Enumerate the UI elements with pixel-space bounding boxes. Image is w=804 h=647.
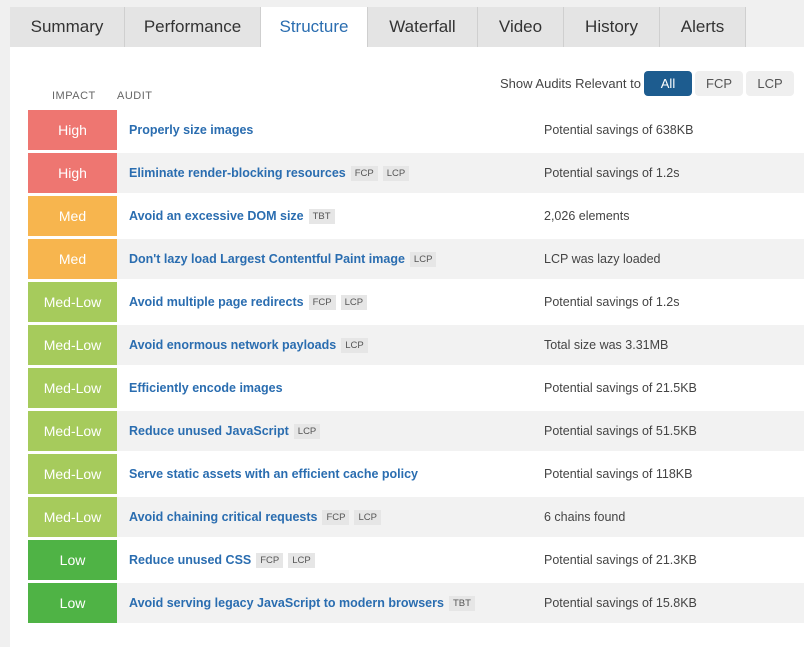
impact-column-header: IMPACT [52,90,96,102]
tab-performance[interactable]: Performance [125,7,261,47]
audit-name: Avoid chaining critical requests [129,510,318,524]
audit-link[interactable]: Avoid serving legacy JavaScript to moder… [129,583,475,623]
audit-link[interactable]: Avoid multiple page redirects FCP LCP [129,282,368,322]
audit-link[interactable]: Avoid enormous network payloads LCP [129,325,368,365]
audit-link[interactable]: Serve static assets with an efficient ca… [129,454,418,494]
audit-result: Potential savings of 118KB [544,467,693,481]
impact-badge: High [28,110,117,150]
audit-row: Low Reduce unused CSS FCP LCP Potential savi… [28,540,804,580]
metric-tag-fcp: FCP [322,510,350,525]
audit-result: Total size was 3.31MB [544,338,669,352]
audit-name: Reduce unused CSS [129,553,252,567]
metric-tag-lcp: LCP [288,553,315,568]
audit-row: Med-Low Reduce unused JavaScript LCP Potent… [28,411,804,451]
impact-badge: Low [28,540,117,580]
audit-name: Serve static assets with an efficient ca… [129,467,419,481]
tab-history[interactable]: History [564,7,660,47]
audit-result: Potential savings of 21.3KB [544,553,697,567]
audit-name: Avoid multiple page redirects [129,295,304,309]
metric-tag-lcp: LCP [354,510,381,525]
metric-tag-fcp: FCP [256,553,284,568]
filter-fcp-button[interactable]: FCP [695,71,743,96]
audit-result: Potential savings of 1.2s [544,295,680,309]
audit-row: Med-Low Avoid enormous network payloads LC… [28,325,804,365]
metric-tag-lcp: LCP [340,295,368,310]
filter-all-button[interactable]: All [644,71,692,96]
audit-name: Avoid an excessive DOM size [129,209,304,223]
impact-badge: Med-Low [28,454,117,494]
audit-row: Med Don't lazy load Largest Contentful Pa… [28,239,804,279]
audit-link[interactable]: Reduce unused CSS FCP LCP [129,540,315,580]
filter-lcp-button[interactable]: LCP [746,71,794,96]
audit-link[interactable]: Avoid chaining critical requests FCP LCP [129,497,381,537]
impact-badge: High [28,153,117,193]
structure-panel: IMPACT AUDIT Show Audits Relevant to All… [10,47,804,647]
metric-tag-tbt: TBT [308,209,335,224]
impact-badge: Med [28,196,117,236]
tab-bar: Summary Performance Structure Waterfall Vide… [10,7,746,47]
tab-structure[interactable]: Structure [261,7,368,47]
metric-tag-fcp: FCP [308,295,336,310]
impact-badge: Med-Low [28,411,117,451]
audit-result: Potential savings of 1.2s [544,166,680,180]
audit-result: 6 chains found [544,510,626,524]
audit-name: Properly size images [129,123,254,137]
audit-name: Avoid enormous network payloads [129,338,337,352]
audit-row: Med-Low Efficiently encode images Potentia… [28,368,804,408]
impact-badge: Med-Low [28,368,117,408]
audit-row: Med-Low Serve static assets with an effic… [28,454,804,494]
audit-result: 2,026 elements [544,209,630,223]
audit-row: Med-Low Avoid multiple page redirects FCP L… [28,282,804,322]
audit-link[interactable]: Eliminate render-blocking resources FCP LC… [129,153,410,193]
audit-link[interactable]: Don't lazy load Largest Contentful Paint… [129,239,437,279]
metric-tag-tbt: TBT [448,596,475,611]
metric-tag-fcp: FCP [350,166,378,181]
metric-tag-lcp: LCP [341,338,368,353]
filter-button-group: All FCP LCP [644,71,797,96]
audit-name: Eliminate render-blocking resources [129,166,346,180]
audit-name: Reduce unused JavaScript [129,424,289,438]
audit-name: Efficiently encode images [129,381,283,395]
impact-badge: Med [28,239,117,279]
audit-result: Potential savings of 15.8KB [544,596,697,610]
metric-tag-lcp: LCP [409,252,437,267]
audit-result: Potential savings of 638KB [544,123,694,137]
audit-link[interactable]: Avoid an excessive DOM size TBT [129,196,335,236]
tab-alerts[interactable]: Alerts [660,7,746,47]
audit-row: Med-Low Avoid chaining critical requests F… [28,497,804,537]
impact-badge: Med-Low [28,282,117,322]
tab-summary[interactable]: Summary [10,7,125,47]
metric-tag-lcp: LCP [382,166,410,181]
impact-badge: Low [28,583,117,623]
impact-badge: Med-Low [28,497,117,537]
audit-row: Low Avoid serving legacy JavaScript to mo… [28,583,804,623]
audit-result: Potential savings of 51.5KB [544,424,697,438]
audit-link[interactable]: Properly size images [129,110,253,150]
audit-row: High Eliminate render-blocking resources F… [28,153,804,193]
audit-column-header: AUDIT [117,90,153,102]
audit-result: LCP was lazy loaded [544,252,661,266]
tab-waterfall[interactable]: Waterfall [368,7,478,47]
audit-name: Don't lazy load Largest Contentful Paint… [129,252,405,266]
audit-link[interactable]: Reduce unused JavaScript LCP [129,411,321,451]
impact-badge: Med-Low [28,325,117,365]
filter-label: Show Audits Relevant to [500,76,641,91]
audit-row: High Properly size images Potential saving… [28,110,804,150]
audit-link[interactable]: Efficiently encode images [129,368,283,408]
metric-tag-lcp: LCP [293,424,321,439]
tab-video[interactable]: Video [478,7,564,47]
audit-row: Med Avoid an excessive DOM size TBT 2,026 e… [28,196,804,236]
audit-result: Potential savings of 21.5KB [544,381,697,395]
